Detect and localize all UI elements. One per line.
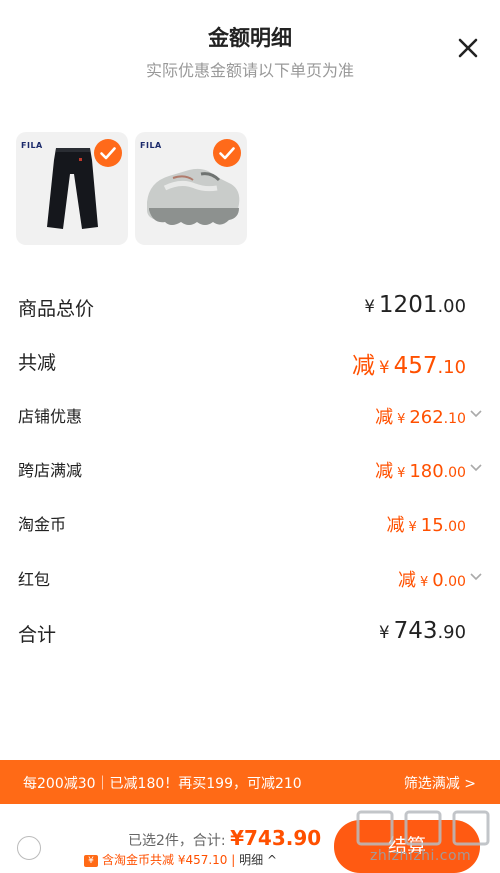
product-thumbnail-pants[interactable]: FILA <box>16 132 128 245</box>
red-packet-value: 减 ¥0.00 <box>397 570 466 591</box>
total-discount-value: 减 ¥457.10 <box>352 353 466 379</box>
brand-logo: FILA <box>140 141 162 150</box>
detail-toggle[interactable]: 明细 ^ <box>239 853 277 867</box>
grand-total-label: 合计 <box>18 624 57 646</box>
select-all-radio[interactable] <box>17 836 41 860</box>
brand-logo: FILA <box>21 141 43 150</box>
chevron-down-icon[interactable] <box>470 409 482 419</box>
total-price-row: 商品总价 ¥1201.00 <box>0 292 500 324</box>
cross-store-row[interactable]: 跨店满减 减 ¥180.00 <box>0 457 500 483</box>
sheet-header: 金额明细 实际优惠金额请以下单页为准 <box>0 0 500 100</box>
taojin-coin-value: 减 ¥15.00 <box>386 515 466 536</box>
grand-total-row: 合计 ¥743.90 <box>0 618 500 650</box>
total-price-label: 商品总价 <box>18 298 95 320</box>
promo-text: 每200减30｜已减180！再买199，可减210 <box>23 776 302 792</box>
taojin-coin-label: 淘金币 <box>18 515 67 534</box>
grand-total-value: ¥743.90 <box>379 618 466 644</box>
cross-store-label: 跨店满减 <box>18 461 83 480</box>
watermark-text: zhizhizhi.com <box>370 848 472 864</box>
red-packet-row[interactable]: 红包 减 ¥0.00 <box>0 566 500 592</box>
page-title: 金额明细 <box>208 26 292 50</box>
red-packet-label: 红包 <box>18 570 51 589</box>
checkmark-icon[interactable] <box>94 139 122 167</box>
coin-icon: ¥ <box>84 854 98 867</box>
store-discount-value: 减 ¥262.10 <box>375 407 466 428</box>
cross-store-value: 减 ¥180.00 <box>375 461 466 482</box>
chevron-down-icon[interactable] <box>470 463 482 473</box>
chevron-down-icon[interactable] <box>470 572 482 582</box>
store-discount-label: 店铺优惠 <box>18 407 83 426</box>
store-discount-row[interactable]: 店铺优惠 减 ¥262.10 <box>0 403 500 429</box>
total-discount-label: 共减 <box>18 352 57 374</box>
watermark-logo <box>356 810 490 846</box>
promo-bar[interactable]: 每200减30｜已减180！再买199，可减210 筛选满减 > <box>0 760 500 804</box>
close-icon[interactable] <box>454 34 482 62</box>
bottom-total: ¥743.90 <box>230 826 322 850</box>
total-price-value: ¥1201.00 <box>364 292 466 318</box>
filter-discount-link[interactable]: 筛选满减 > <box>404 773 476 793</box>
coin-discount-line: ¥ 含淘金币共减 ¥457.10 | 明细 ^ <box>84 851 277 868</box>
selected-summary: 已选2件，合计: ¥743.90 <box>128 826 322 850</box>
page-subtitle: 实际优惠金额请以下单页为准 <box>145 61 354 80</box>
taojin-coin-row: 淘金币 减 ¥15.00 <box>0 511 500 537</box>
product-thumbnail-sneaker[interactable]: FILA <box>135 132 247 245</box>
checkmark-icon[interactable] <box>213 139 241 167</box>
total-discount-row: 共减 减 ¥457.10 <box>0 346 500 379</box>
site-watermark: zhizhizhi.com <box>350 808 498 866</box>
